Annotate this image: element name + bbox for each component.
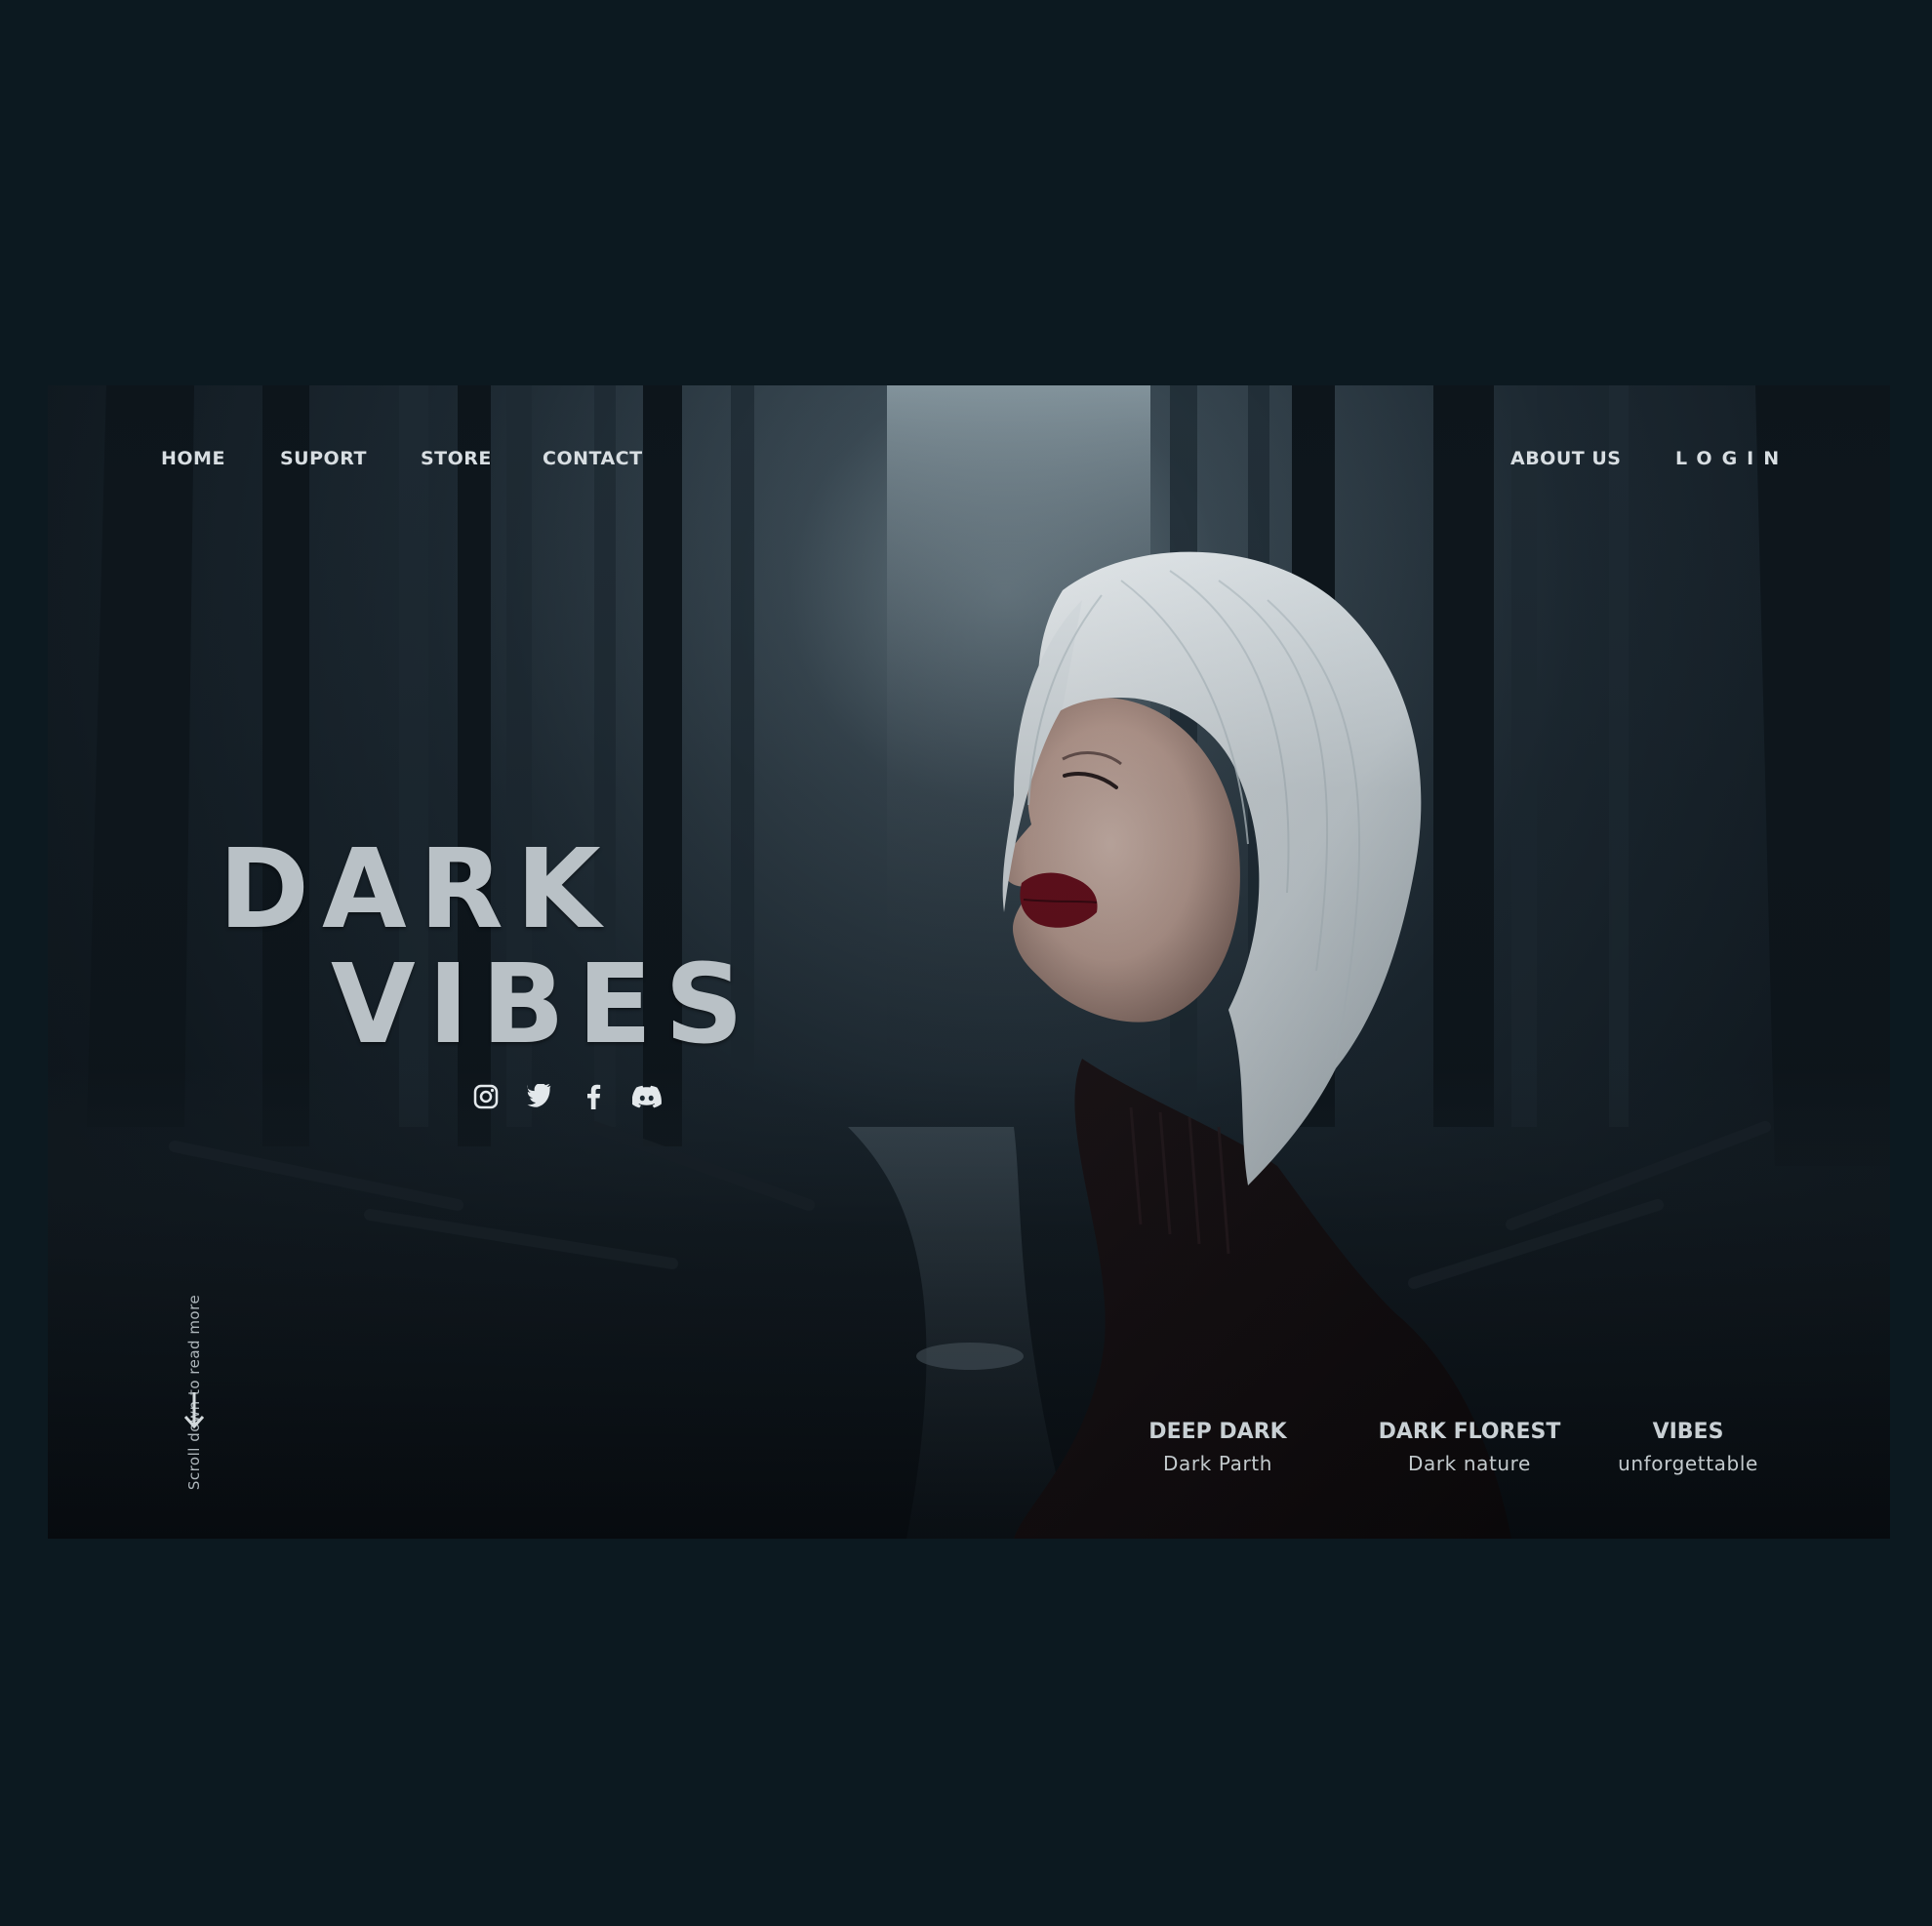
twitter-icon[interactable]: [523, 1080, 555, 1112]
feature-dark-florest: DARK FLOREST Dark nature: [1379, 1420, 1561, 1475]
instagram-icon[interactable]: [469, 1080, 502, 1112]
feature-subtitle: unforgettable: [1618, 1452, 1758, 1475]
hero-title-line1: DARK: [219, 826, 614, 953]
facebook-icon[interactable]: [577, 1080, 609, 1112]
feature-subtitle: Dark nature: [1408, 1452, 1531, 1475]
arrow-down-icon[interactable]: [182, 1390, 206, 1433]
nav-support-link[interactable]: SUPORT: [280, 448, 367, 469]
feature-vibes: VIBES unforgettable: [1618, 1420, 1758, 1475]
nav-about-us-link[interactable]: ABOUT US: [1510, 448, 1621, 469]
feature-title: DARK FLOREST: [1378, 1420, 1561, 1444]
hero-title-line2: VIBES: [331, 942, 756, 1068]
feature-title: DEEP DARK: [1148, 1420, 1287, 1444]
feature-subtitle: Dark Parth: [1163, 1452, 1272, 1475]
feature-deep-dark: DEEP DARK Dark Parth: [1148, 1420, 1286, 1475]
social-links: [469, 1080, 663, 1112]
nav-home-link[interactable]: HOME: [161, 448, 225, 469]
nav-login-link[interactable]: LOGIN: [1675, 448, 1789, 469]
discord-icon[interactable]: [630, 1080, 663, 1112]
nav-contact-link[interactable]: CONTACT: [543, 448, 643, 469]
nav-store-link[interactable]: STORE: [421, 448, 492, 469]
feature-title: VIBES: [1652, 1420, 1724, 1444]
hero-banner: HOME SUPORT STORE CONTACT ABOUT US LOGIN…: [48, 385, 1890, 1539]
hero-background-image: [48, 385, 1890, 1539]
